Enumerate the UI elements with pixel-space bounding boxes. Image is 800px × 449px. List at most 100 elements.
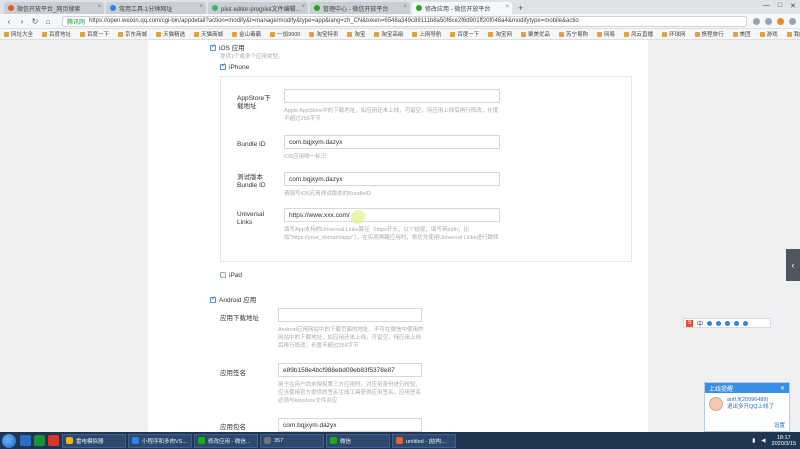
iphone-option[interactable]: iPhone	[220, 62, 249, 71]
avatar[interactable]	[709, 397, 723, 411]
extension-icon[interactable]	[753, 17, 760, 25]
ime-punctuation-icon[interactable]	[707, 320, 713, 326]
android-app-option[interactable]: Android 应用	[210, 294, 256, 304]
taskbar-task[interactable]: 微信	[326, 433, 390, 448]
media-player-icon[interactable]	[34, 435, 45, 446]
sogou-ime-icon[interactable]: S	[686, 319, 693, 327]
bookmark-item[interactable]: 百度一下	[80, 30, 109, 38]
system-clock[interactable]: 18:17 2020/3/15	[772, 435, 796, 447]
side-collapse-handle[interactable]: ‹	[786, 249, 800, 281]
bookmark-icon	[759, 31, 765, 37]
ime-settings-icon[interactable]	[743, 320, 749, 326]
android-download-input[interactable]	[278, 308, 422, 322]
bookmark-item[interactable]: 网址大全	[4, 30, 33, 38]
taskbar-task[interactable]: 357	[260, 433, 324, 448]
taskbar-task[interactable]: 修改应用 - 微信...	[194, 433, 258, 448]
bundle-id-input[interactable]: com.bqjxym.dazyx	[284, 135, 500, 149]
ime-mode-label[interactable]: 中	[697, 319, 703, 328]
mouse-cursor-highlight	[351, 210, 365, 224]
volume-icon[interactable]: ◀	[761, 438, 765, 444]
bookmark-item[interactable]: 上网导航	[412, 30, 441, 38]
bookmark-item[interactable]: 我的网站	[786, 30, 800, 38]
tab-close-icon[interactable]: ×	[199, 4, 203, 10]
android-app-checkbox[interactable]	[210, 295, 216, 304]
taskbar-task[interactable]: 小程序和多肉VS...	[128, 433, 192, 448]
ipad-option[interactable]: iPad	[220, 272, 242, 279]
taskbar-task[interactable]: 雷电模拟器	[62, 433, 126, 448]
menu-icon[interactable]	[789, 17, 796, 25]
browser-tab[interactable]: 常用工具-1分钟网址 ×	[106, 2, 206, 14]
task-app-icon	[264, 437, 271, 444]
home-button[interactable]: ⌂	[43, 17, 53, 26]
bookmark-item[interactable]: 淘宝网	[488, 30, 512, 38]
browser-tab[interactable]: plist editor-pro(plist文件编辑... ×	[208, 2, 308, 14]
tab-close-icon[interactable]: ×	[301, 4, 305, 10]
tab-close-icon[interactable]: ×	[97, 4, 101, 10]
tab-close-icon[interactable]: ×	[403, 4, 407, 10]
tab-title: 管理中心 - 微信开放平台	[323, 6, 389, 13]
notification-message[interactable]: 退出多开QQ上线了	[727, 404, 774, 411]
minimize-button[interactable]: —	[763, 2, 770, 10]
close-window-button[interactable]: ✕	[790, 2, 796, 10]
taskbar-task[interactable]: untitled - [结构...	[392, 433, 456, 448]
start-button[interactable]	[2, 433, 16, 448]
ime-keyboard-icon[interactable]	[725, 320, 731, 326]
tab-favicon-icon	[110, 5, 116, 11]
back-button[interactable]: ‹	[4, 17, 14, 26]
bookmark-item[interactable]: 携程旅行	[694, 30, 724, 38]
bookmark-label: 百度一下	[457, 32, 480, 38]
bookmark-icon	[732, 31, 738, 37]
appstore-url-input[interactable]	[284, 89, 500, 103]
bookmark-item[interactable]: 天猫精选	[156, 30, 185, 38]
bookmark-item[interactable]: 淘宝特卖	[309, 30, 338, 38]
universal-links-input[interactable]: https://www.xxx.com/	[284, 208, 500, 222]
bookmark-item[interactable]: 网易	[596, 30, 615, 38]
ime-emoji-icon[interactable]	[716, 320, 722, 326]
iphone-checkbox[interactable]	[220, 62, 226, 71]
browser-tab[interactable]: 修改应用 - 微信开放平台 ×	[412, 2, 512, 14]
bookmark-item[interactable]: 淘宝	[347, 30, 365, 38]
bookmark-item[interactable]: 风云直播	[624, 30, 653, 38]
bookmark-icon	[662, 31, 668, 37]
browser-tab[interactable]: 微信开放平台_网页搜索 ×	[4, 2, 104, 14]
bookmark-item[interactable]: 百度地址	[42, 30, 71, 38]
notification-contact[interactable]: anlf.lf(20996489)	[727, 397, 774, 404]
package-name-input[interactable]: com.bqjxym.dazyx	[278, 418, 422, 432]
tab-close-icon[interactable]: ×	[505, 4, 509, 10]
browser-quicklaunch-icon[interactable]	[48, 435, 59, 446]
bookmark-item[interactable]: 游戏	[759, 30, 778, 38]
notification-close-button[interactable]: ✕	[780, 385, 785, 392]
bookmark-item[interactable]: 美团	[732, 30, 751, 38]
maximize-button[interactable]: □	[778, 2, 782, 10]
bookmark-item[interactable]: 淘宝高级	[374, 30, 403, 38]
refresh-button[interactable]: ↻	[30, 17, 40, 26]
new-tab-button[interactable]: +	[518, 2, 523, 14]
forward-button[interactable]: ›	[17, 17, 27, 26]
test-bundle-id-input[interactable]: com.bqjxym.dazyx	[284, 172, 500, 186]
task-label: 雷电模拟器	[76, 438, 104, 445]
ios-app-option[interactable]: iOS 应用	[210, 42, 245, 52]
bookmark-item[interactable]: 聚美优品	[520, 30, 550, 38]
bookmark-item[interactable]: 金山毒霸	[232, 30, 261, 38]
address-bar[interactable]: 腾讯网 https://open.weixin.qq.com/cgi-bin/a…	[62, 15, 747, 27]
bookmark-label: 金山毒霸	[239, 32, 262, 38]
bookmark-item[interactable]: 环球网	[662, 30, 686, 38]
extension-icon[interactable]	[765, 17, 772, 25]
ipad-checkbox[interactable]	[220, 272, 226, 279]
bookmark-item[interactable]: 百度一下	[450, 30, 479, 38]
bookmark-item[interactable]: 苏宁易购	[558, 30, 588, 38]
app-signature-input[interactable]: e89b158e4bcf988ebd09eb83f5378e87	[278, 363, 422, 377]
notification-settings-link[interactable]: 设置	[774, 421, 785, 429]
network-icon[interactable]: ▮	[752, 438, 755, 444]
extension-icon[interactable]	[777, 17, 784, 25]
ime-voice-icon[interactable]	[734, 320, 740, 326]
bookmark-item[interactable]: 京东商城	[118, 30, 147, 38]
bookmark-label: 网易	[603, 32, 615, 38]
bookmark-item[interactable]: 天猫商城	[194, 30, 223, 38]
bookmark-icon	[309, 31, 315, 37]
ios-app-checkbox[interactable]	[210, 43, 216, 52]
bookmark-item[interactable]: 一加9900	[270, 30, 300, 38]
file-explorer-icon[interactable]	[20, 435, 31, 446]
browser-tab[interactable]: 管理中心 - 微信开放平台 ×	[310, 2, 410, 14]
windows-taskbar: 雷电模拟器 小程序和多肉VS... 修改应用 - 微信... 357 微信 untitle…	[0, 432, 800, 449]
